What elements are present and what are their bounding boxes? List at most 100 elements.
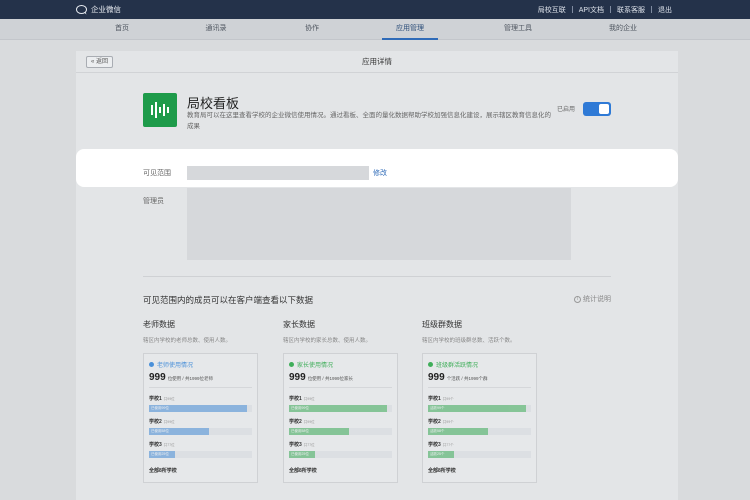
school-row: 学校2 共99位 已使用58位 bbox=[149, 418, 252, 435]
school-total: 共99位 bbox=[303, 397, 315, 401]
progress-bar-fill: 已使用99位 bbox=[149, 405, 247, 412]
progress-bar-text: 活跃99个 bbox=[430, 406, 445, 410]
progress-bar-text: 已使用25位 bbox=[151, 452, 169, 456]
column-desc: 辖区内学校的老师总数、使用人数。 bbox=[143, 338, 232, 344]
panel-divider bbox=[428, 387, 531, 388]
school-total: 共99个 bbox=[442, 420, 454, 424]
wecom-logo-icon bbox=[76, 4, 88, 15]
progress-bar: 活跃25个 bbox=[428, 451, 531, 458]
school-row: 学校3 共77位 已使用25位 bbox=[289, 441, 392, 458]
school-name: 学校2 共99个 bbox=[428, 419, 454, 425]
visible-scope-field[interactable] bbox=[187, 166, 369, 180]
progress-bar-fill: 已使用58位 bbox=[289, 428, 349, 435]
school-row: 学校1 共99位 已使用99位 bbox=[289, 395, 392, 412]
section-divider bbox=[143, 276, 611, 277]
app-icon bbox=[143, 93, 177, 127]
school-name: 学校3 共77位 bbox=[289, 442, 315, 448]
main-nav: 首页 通讯录 协作 应用管理 管理工具 我的企业 bbox=[0, 19, 750, 40]
progress-bar-text: 已使用58位 bbox=[151, 429, 169, 433]
admin-list[interactable] bbox=[187, 188, 571, 260]
nav-item-contacts[interactable]: 通讯录 bbox=[206, 19, 227, 40]
teacher-data-column: 老师数据 辖区内学校的老师总数、使用人数。 老师使用情况 999 位使用 / 共1… bbox=[143, 319, 263, 483]
column-title: 家长数据 bbox=[283, 320, 315, 329]
school-row: 学校1 共99个 活跃99个 bbox=[428, 395, 531, 412]
progress-bar-fill: 活跃25个 bbox=[428, 451, 454, 458]
progress-bar-fill: 活跃99个 bbox=[428, 405, 526, 412]
school-name: 学校2 共99位 bbox=[289, 419, 315, 425]
app-enable-toggle[interactable] bbox=[583, 102, 611, 116]
stats-help-label: 统计说明 bbox=[583, 296, 611, 303]
school-name: 学校2 共99位 bbox=[149, 419, 175, 425]
progress-bar-text: 已使用99位 bbox=[291, 406, 309, 410]
progress-bar-text: 已使用25位 bbox=[291, 452, 309, 456]
progress-bar-fill: 已使用25位 bbox=[149, 451, 175, 458]
panel-header: 家长使用情况 bbox=[289, 360, 333, 369]
school-name: 学校1 共99个 bbox=[428, 396, 454, 402]
stats-help-link[interactable]: i 统计说明 bbox=[574, 294, 611, 304]
panel-total-suffix: 位使用 / 共1999位老师 bbox=[167, 376, 213, 381]
brand-logo[interactable]: 企业微信 bbox=[76, 4, 121, 15]
progress-bar: 已使用25位 bbox=[149, 451, 252, 458]
status-dot-icon bbox=[289, 362, 294, 367]
school-row: 学校1 共99位 已使用99位 bbox=[149, 395, 252, 412]
column-desc: 辖区内学校的家长总数、使用人数。 bbox=[283, 338, 372, 344]
school-name: 学校1 共99位 bbox=[149, 396, 175, 402]
top-bar: 企业微信 局校互联 API文档 联系客服 退出 bbox=[0, 0, 750, 19]
progress-bar-fill: 已使用25位 bbox=[289, 451, 315, 458]
top-link-school-interconnect[interactable]: 局校互联 bbox=[532, 5, 572, 15]
school-row: 学校3 共77位 已使用25位 bbox=[149, 441, 252, 458]
preview-panel: 班级群活跃情况 999 个活跃 / 共1999个群 学校1 共99个 活跃99个 学校2… bbox=[422, 353, 537, 483]
progress-bar: 活跃99个 bbox=[428, 405, 531, 412]
visible-scope-label: 可见范围 bbox=[143, 170, 171, 177]
panel-title: 老师使用情况 bbox=[157, 363, 194, 369]
progress-bar: 活跃58个 bbox=[428, 428, 531, 435]
page-title: 应用详情 bbox=[362, 57, 392, 66]
parent-data-column: 家长数据 辖区内学校的家长总数、使用人数。 家长使用情况 999 位使用 / 共1… bbox=[283, 319, 403, 483]
top-link-contact-support[interactable]: 联系客服 bbox=[611, 5, 651, 15]
top-link-logout[interactable]: 退出 bbox=[652, 5, 678, 15]
nav-item-home[interactable]: 首页 bbox=[115, 19, 129, 40]
preview-panel: 家长使用情况 999 位使用 / 共1999位家长 学校1 共99位 已使用99位 学校… bbox=[283, 353, 398, 483]
nav-item-app-management[interactable]: 应用管理 bbox=[382, 19, 438, 40]
panel-total-suffix: 位使用 / 共1999位家长 bbox=[307, 376, 353, 381]
modify-scope-link[interactable]: 修改 bbox=[373, 168, 387, 178]
progress-bar: 已使用99位 bbox=[149, 405, 252, 412]
card-header: « 返回 应用详情 bbox=[76, 51, 678, 73]
nav-item-collaboration[interactable]: 协作 bbox=[305, 19, 319, 40]
progress-bar-text: 活跃58个 bbox=[430, 429, 445, 433]
panel-title: 班级群活跃情况 bbox=[436, 363, 479, 369]
progress-bar-text: 已使用99位 bbox=[151, 406, 169, 410]
stats-section-title: 可见范围内的成员可以在客户端查看以下数据 bbox=[143, 295, 314, 305]
sound-wave-icon bbox=[151, 102, 169, 118]
person-icon bbox=[149, 362, 154, 367]
app-description: 教育局可以在这里查看学校的企业微信使用情况。通过看板、全面的量化数据帮助学校加强… bbox=[187, 112, 551, 130]
school-row: 学校3 共77个 活跃25个 bbox=[428, 441, 531, 458]
info-icon: i bbox=[574, 295, 581, 303]
column-title: 班级群数据 bbox=[422, 320, 462, 329]
panel-total-suffix: 个活跃 / 共1999个群 bbox=[446, 376, 488, 381]
school-row: 学校2 共99个 活跃58个 bbox=[428, 418, 531, 435]
progress-bar: 已使用99位 bbox=[289, 405, 392, 412]
column-desc: 辖区内学校的班级群总数、活跃个数。 bbox=[422, 338, 516, 344]
column-title: 老师数据 bbox=[143, 320, 175, 329]
progress-bar: 已使用58位 bbox=[149, 428, 252, 435]
school-total: 共77位 bbox=[163, 443, 175, 447]
preview-panel: 老师使用情况 999 位使用 / 共1999位老师 学校1 共99位 已使用99位 学校… bbox=[143, 353, 258, 483]
panel-total: 999 位使用 / 共1999位老师 bbox=[149, 372, 213, 383]
nav-item-management-tools[interactable]: 管理工具 bbox=[504, 19, 532, 40]
school-total: 共99位 bbox=[163, 420, 175, 424]
progress-bar-text: 活跃25个 bbox=[430, 452, 445, 456]
school-name: 学校3 共77位 bbox=[149, 442, 175, 448]
progress-bar: 已使用25位 bbox=[289, 451, 392, 458]
brand-name: 企业微信 bbox=[91, 5, 121, 14]
panel-header: 班级群活跃情况 bbox=[428, 360, 478, 369]
school-total: 共99位 bbox=[163, 397, 175, 401]
class-group-data-column: 班级群数据 辖区内学校的班级群总数、活跃个数。 班级群活跃情况 999 个活跃 /… bbox=[422, 319, 542, 483]
nav-item-my-enterprise[interactable]: 我的企业 bbox=[609, 19, 637, 40]
panel-total: 999 个活跃 / 共1999个群 bbox=[428, 372, 488, 383]
panel-total: 999 位使用 / 共1999位家长 bbox=[289, 372, 353, 383]
panel-footer: 全部8所学校 bbox=[149, 468, 177, 474]
panel-title: 家长使用情况 bbox=[297, 363, 334, 369]
top-link-api-docs[interactable]: API文档 bbox=[573, 5, 610, 15]
top-links: 局校互联 API文档 联系客服 退出 bbox=[532, 0, 678, 19]
